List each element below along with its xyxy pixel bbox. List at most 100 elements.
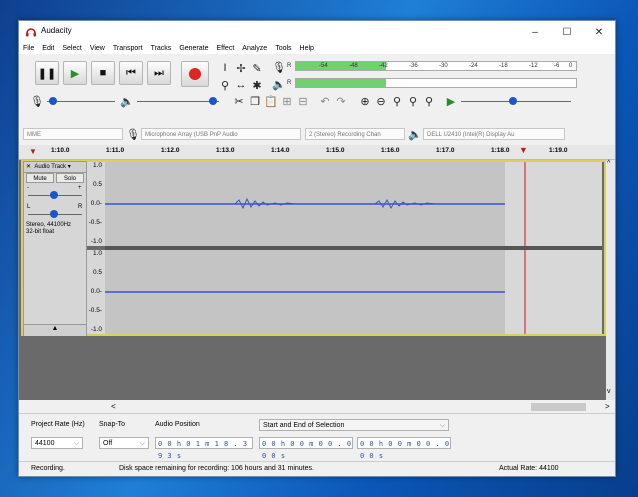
track-info-bitdepth: 32-bit float [26,229,55,235]
scroll-left-icon[interactable]: < [111,402,116,411]
play-speed-knob[interactable] [509,97,517,105]
device-mic-icon: 🎙 [126,128,140,141]
timeshift-tool-icon[interactable]: ↔ [233,77,249,93]
skip-end-button[interactable]: ⏭ [147,61,171,85]
scroll-down-icon[interactable]: v [607,388,611,395]
minimize-button[interactable]: – [519,21,551,43]
cut-icon[interactable]: ✂ [231,93,247,109]
ruler-tick: 1:15.0 [326,147,345,154]
scale-label: 0.0- [90,200,102,207]
stop-button[interactable]: ■ [91,61,115,85]
microphone-icon[interactable]: 🎙 [271,59,287,75]
maximize-button[interactable]: ☐ [551,21,583,43]
vertical-scale-right-channel[interactable]: 1.0 0.5 0.0- -0.5- -1.0 [87,250,105,334]
audio-host-select[interactable]: MME [23,128,123,140]
collapse-track-button[interactable]: ▲ [24,324,86,336]
chevron-down-icon: ⌵ [73,440,79,447]
playback-meter[interactable] [295,78,577,88]
gain-knob[interactable] [50,191,58,199]
meter-tick: -54 [319,63,328,69]
horizontal-scroll-thumb[interactable] [531,403,586,411]
fit-selection-icon[interactable]: ⚲ [389,93,405,109]
track-name[interactable]: Audio Track [34,164,66,170]
recording-channels-select[interactable]: 2 (Stereo) Recording Chan [305,128,405,140]
playback-device-select[interactable]: DELL U2410 (Intel(R) Display Au [423,128,565,140]
paste-icon[interactable]: 📋 [263,93,279,109]
envelope-tool-icon[interactable]: ✢ [233,60,249,76]
selection-end-field[interactable]: 0 0 h 0 0 m 0 0 . 0 0 0 s [357,437,451,460]
meter-tick: -30 [439,63,448,69]
track-menu-chevron-icon[interactable]: ▾ [68,164,71,170]
vertical-scrollbar[interactable]: ^ v [606,160,615,400]
meter-tick: -24 [469,63,478,69]
menu-select[interactable]: Select [58,43,85,54]
meter-tick: -42 [379,63,388,69]
window-title: Audacity [41,26,72,35]
redo-icon[interactable]: ↷ [333,93,349,109]
ruler-tick: 1:18.0 [491,147,510,154]
zoom-in-icon[interactable]: ⊕ [357,93,373,109]
device-toolbar: MME 🎙 Microphone Array (USB PnP Audio 2 … [19,124,615,144]
zoom-out-icon[interactable]: ⊖ [373,93,389,109]
speaker-icon[interactable]: 🔈 [271,76,287,92]
scale-label: -1.0 [90,326,102,333]
scroll-up-icon[interactable]: ^ [607,160,610,167]
play-at-speed-icon[interactable]: ▶ [443,93,459,109]
waveform-right-channel[interactable] [105,250,602,334]
solo-button[interactable]: Solo [56,173,84,183]
menu-edit[interactable]: Edit [38,43,58,54]
vertical-scale-left-channel[interactable]: 1.0 0.5 0.0- -0.5- -1.0 [87,162,105,246]
trim-icon[interactable]: ⊞ [279,93,295,109]
menu-tracks[interactable]: Tracks [147,43,176,54]
silence-icon[interactable]: ⊟ [295,93,311,109]
horizontal-scrollbar[interactable]: < > [19,401,615,413]
recording-volume-slider[interactable] [47,101,115,102]
audio-position-field[interactable]: 0 0 h 0 1 m 1 8 . 3 9 3 s [155,437,253,460]
mute-button[interactable]: Mute [26,173,54,183]
zoom-tool-icon[interactable]: ⚲ [217,77,233,93]
zoom-toggle-icon[interactable]: ⚲ [421,93,437,109]
status-state: Recording. [31,465,65,472]
menu-transport[interactable]: Transport [109,43,147,54]
pause-button[interactable]: ❚❚ [35,61,59,85]
project-rate-select[interactable]: 44100 ⌵ [31,437,83,449]
play-button[interactable]: ▶ [63,61,87,85]
record-button[interactable] [181,61,209,87]
draw-tool-icon[interactable]: ✎ [249,60,265,76]
track-close-icon[interactable]: ✕ [24,164,33,170]
menu-effect[interactable]: Effect [213,43,239,54]
recording-device-select[interactable]: Microphone Array (USB PnP Audio [141,128,301,140]
menu-tools[interactable]: Tools [271,43,295,54]
menu-help[interactable]: Help [296,43,318,54]
ruler-tick: 1:10.0 [51,147,70,154]
meter-tick: 0 [569,63,573,69]
selection-mode-select[interactable]: Start and End of Selection ⌵ [259,419,449,431]
menu-analyze[interactable]: Analyze [238,43,271,54]
waveform-left-channel[interactable] [105,162,602,246]
recording-volume-knob[interactable] [49,97,57,105]
menu-file[interactable]: File [19,43,38,54]
selection-tool-icon[interactable]: I [217,60,233,76]
timeline-ruler[interactable]: ▼ 1:10.0 1:11.0 1:12.0 1:13.0 1:14.0 1:1… [19,145,615,160]
copy-icon[interactable]: ❐ [247,93,263,109]
play-meter-label: R [287,80,292,86]
meter-tick: -48 [349,63,358,69]
multi-tool-icon[interactable]: ✱ [249,77,265,93]
chevron-down-icon: ⌵ [139,440,145,447]
skip-start-button[interactable]: ⏮ [119,61,143,85]
scroll-right-icon[interactable]: > [605,402,610,411]
record-meter-fill [296,62,386,70]
track-header[interactable]: ✕ Audio Track ▾ [24,162,86,173]
menu-view[interactable]: View [86,43,109,54]
undo-icon[interactable]: ↶ [317,93,333,109]
play-head-marker-icon: ▼ [29,147,37,156]
close-button[interactable]: ✕ [583,21,615,43]
gain-minus-label: - [27,185,29,191]
playback-volume-knob[interactable] [209,97,217,105]
snap-to-select[interactable]: Off ⌵ [99,437,149,449]
fit-project-icon[interactable]: ⚲ [405,93,421,109]
selection-start-field[interactable]: 0 0 h 0 0 m 0 0 . 0 0 0 s [259,437,353,460]
playback-volume-slider[interactable] [137,101,219,102]
menu-generate[interactable]: Generate [175,43,212,54]
pan-knob[interactable] [50,210,58,218]
